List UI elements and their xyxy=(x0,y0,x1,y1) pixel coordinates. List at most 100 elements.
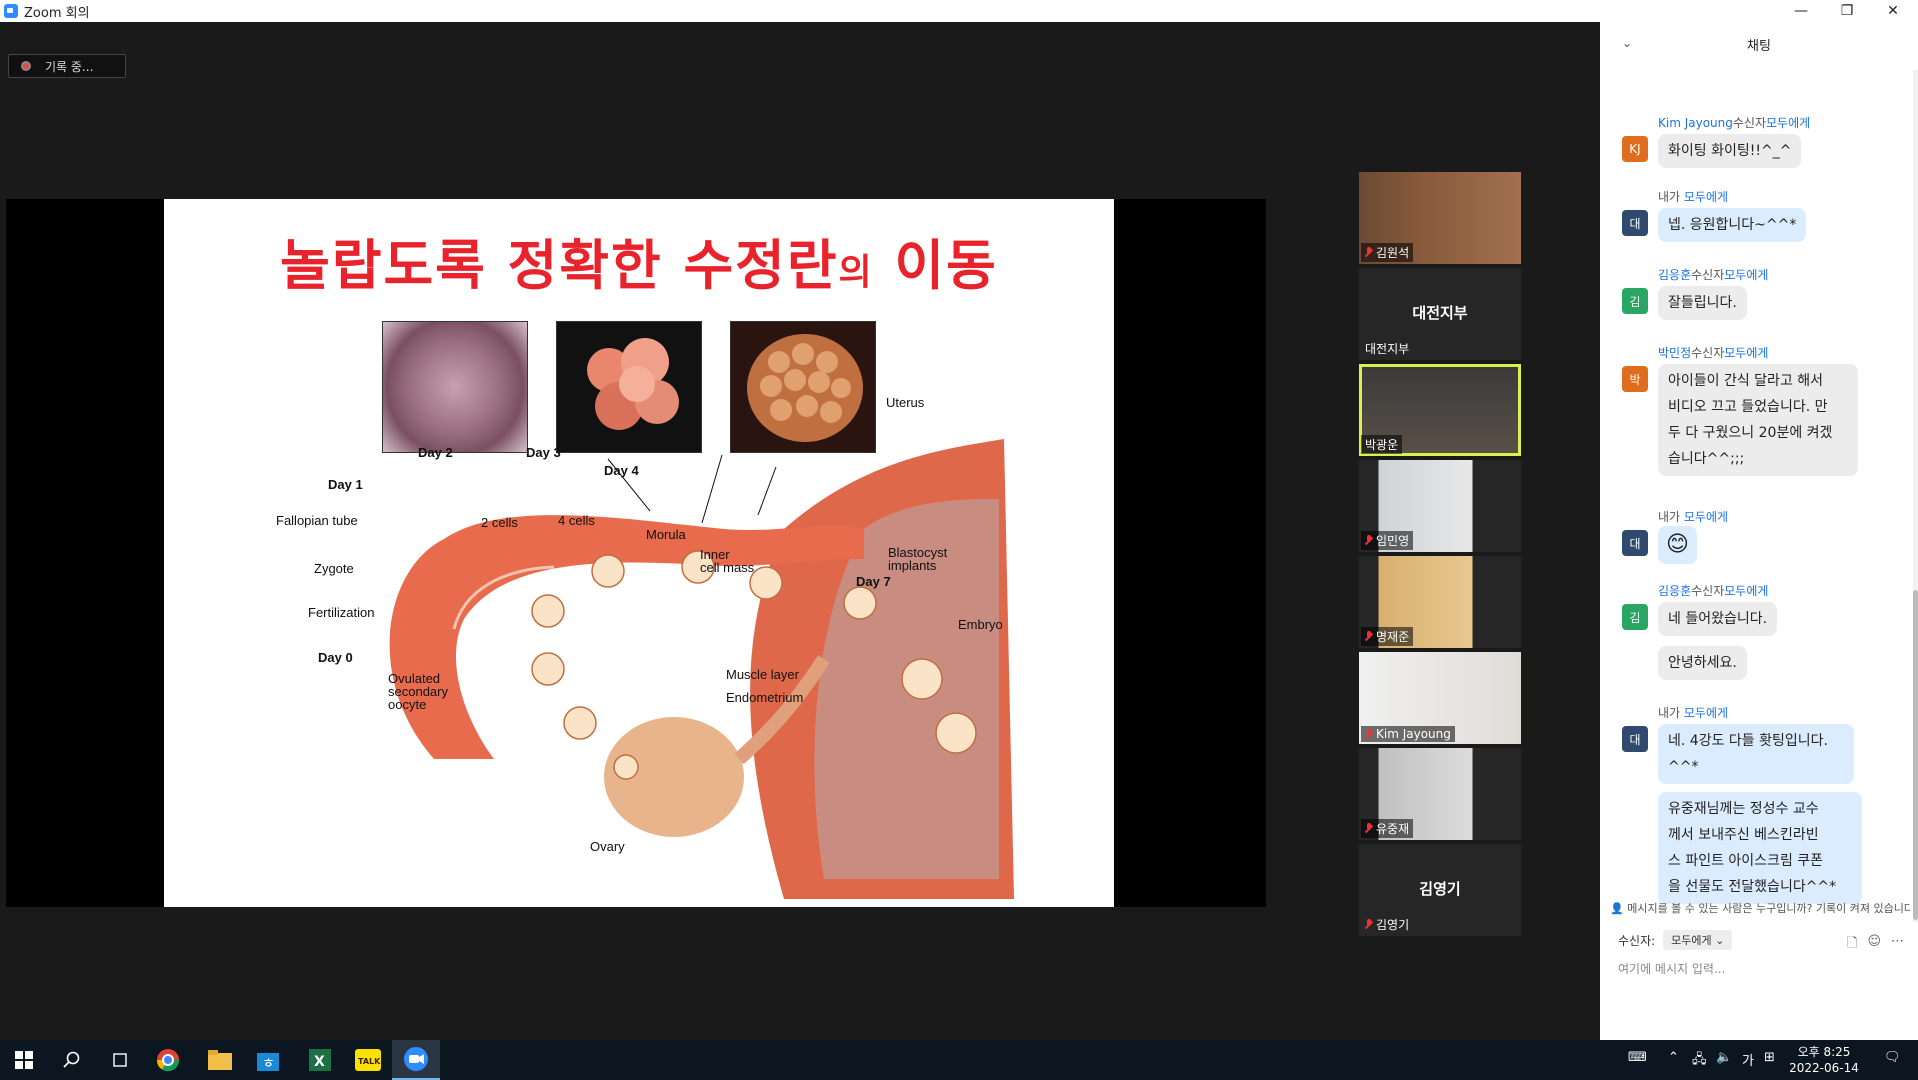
emoji-icon[interactable]: ☺ xyxy=(1867,934,1881,956)
keyboard-icon[interactable]: ⌨ xyxy=(1628,1050,1647,1065)
avatar: 박 xyxy=(1622,366,1648,392)
sender-mid: 수신자 xyxy=(1691,584,1725,598)
participant-tile[interactable]: 대전지부 대전지부 xyxy=(1359,268,1521,360)
kakaotalk-app[interactable]: TALK xyxy=(344,1040,392,1080)
windows-icon xyxy=(15,1051,33,1069)
participant-name-tag: 대전지부 xyxy=(1361,339,1413,358)
chat-header: ⌄ 채팅 xyxy=(1600,22,1918,66)
message-text: ^^* xyxy=(1668,759,1699,775)
file-explorer-app[interactable] xyxy=(196,1040,244,1080)
recipient: 모두에게 xyxy=(1683,510,1729,524)
participant-tile[interactable]: 명재준 xyxy=(1359,556,1521,648)
sender-name: Kim Jayoung xyxy=(1658,116,1733,130)
show-hidden-icons-icon[interactable]: ⌃ xyxy=(1668,1050,1679,1065)
zoom-app[interactable] xyxy=(392,1040,440,1080)
fertilization-diagram: Day 0 Day 1 Day 2 Day 3 Day 4 Day 7 Fall… xyxy=(276,395,1014,899)
label-day7: Day 7 xyxy=(856,574,891,589)
message-text: 께서 보내주신 베스킨라빈 xyxy=(1668,827,1819,843)
participant-tile-active-speaker[interactable]: 박광운 xyxy=(1359,364,1521,456)
message-sender-line: 박민정수신자모두에게 xyxy=(1658,344,1768,361)
svg-text:ㅎ: ㅎ xyxy=(262,1056,275,1071)
collapse-chevron-icon[interactable]: ⌄ xyxy=(1622,36,1632,50)
smile-emoji-icon: 😊 xyxy=(1666,532,1689,557)
recording-indicator[interactable]: 기록 중... xyxy=(8,54,126,78)
message-bubble[interactable]: 😊 xyxy=(1658,526,1697,564)
close-button[interactable]: ✕ xyxy=(1870,0,1916,22)
label-day2: Day 2 xyxy=(418,445,453,460)
clock-date: 2022-06-14 xyxy=(1789,1061,1859,1075)
file-icon[interactable]: 🗋 xyxy=(1847,934,1857,956)
label-blastocyst-2: implants xyxy=(888,558,937,573)
presentation-slide: 놀랍도록 정확한 수정란의 이동 Day 0 Day 1 Day 2 Day 3… xyxy=(164,199,1114,907)
message-sender-line: Kim Jayoung수신자모두에게 xyxy=(1658,114,1810,131)
sender-name: 김응훈 xyxy=(1658,584,1692,598)
excel-app[interactable]: X xyxy=(296,1040,344,1080)
scroll-thumb[interactable] xyxy=(1913,590,1918,920)
message-bubble[interactable]: 네. 4강도 다들 홧팅입니다. ^^* xyxy=(1658,724,1854,784)
participant-tile[interactable]: 임민영 xyxy=(1359,460,1521,552)
participant-tile[interactable]: 김원석 xyxy=(1359,172,1521,264)
message-text: 스 파인트 아이스크림 쿠폰 xyxy=(1668,853,1824,869)
message-text: 네. 4강도 다들 홧팅입니다. xyxy=(1668,733,1828,749)
label-day1: Day 1 xyxy=(328,477,363,492)
sender-mid: 수신자 xyxy=(1732,116,1766,130)
recipient: 모두에게 xyxy=(1683,190,1729,204)
recipient-select[interactable]: 모두에게 ⌄ xyxy=(1663,930,1733,950)
recipient: 모두에게 xyxy=(1766,116,1811,130)
message-sender-line: 김응훈수신자모두에게 xyxy=(1658,266,1768,283)
chat-visibility-notice[interactable]: 👤 메시지를 볼 수 있는 사람은 누구입니까? 기록이 켜져 있습니다 xyxy=(1610,900,1910,916)
recording-label: 기록 중... xyxy=(45,59,94,74)
volume-muted-icon[interactable]: 🔈 xyxy=(1716,1050,1732,1065)
chat-input[interactable]: 여기에 메시지 입력... xyxy=(1618,960,1725,977)
avatar: 대 xyxy=(1622,726,1648,752)
message-bubble[interactable]: 네 들어왔습니다. xyxy=(1658,602,1778,636)
participant-name: 대전지부 xyxy=(1365,342,1410,356)
label-fertilization: Fertilization xyxy=(308,605,374,620)
folder-icon xyxy=(208,1050,232,1070)
label-endometrium: Endometrium xyxy=(726,690,803,705)
zoom-window: Zoom 회의 — ❐ ✕ 기록 중... 놀랍도록 정확한 수정란의 이동 D… xyxy=(0,0,1918,1080)
chrome-app[interactable] xyxy=(144,1040,192,1080)
start-button[interactable] xyxy=(0,1040,48,1080)
participant-tile[interactable]: 유중재 xyxy=(1359,748,1521,840)
participant-name: 임민영 xyxy=(1376,534,1410,548)
message-bubble[interactable]: 안녕하세요. xyxy=(1658,646,1747,680)
record-icon xyxy=(21,61,31,71)
ime-indicator[interactable]: 가 xyxy=(1742,1050,1754,1069)
sender-name: 내가 xyxy=(1658,706,1681,720)
title-bar: Zoom 회의 — ❐ ✕ xyxy=(0,0,1918,22)
more-icon[interactable]: ⋯ xyxy=(1891,934,1904,956)
sender-name: 내가 xyxy=(1658,510,1681,524)
taskbar-clock[interactable]: 오후 8:25 2022-06-14 xyxy=(1784,1044,1864,1076)
recipient: 모두에게 xyxy=(1724,268,1769,282)
recipient: 모두에게 xyxy=(1683,706,1729,720)
message-text: 을 선물도 전달했습니다^^* xyxy=(1668,879,1837,895)
notifications-icon[interactable]: 🗨 xyxy=(1884,1050,1901,1065)
chrome-icon xyxy=(156,1049,180,1072)
participant-tile[interactable]: Kim Jayoung xyxy=(1359,652,1521,744)
ime-mode-icon[interactable]: ⊞ xyxy=(1764,1050,1775,1065)
sender-name: 내가 xyxy=(1658,190,1681,204)
chat-scrollbar[interactable] xyxy=(1913,70,1918,922)
avatar: 김 xyxy=(1622,604,1648,630)
participant-name: 박광운 xyxy=(1365,438,1399,452)
restore-button[interactable]: ❐ xyxy=(1824,0,1870,22)
store-app[interactable]: ㅎ xyxy=(244,1040,292,1080)
muted-mic-icon xyxy=(1365,823,1373,834)
participant-big-name: 김영기 xyxy=(1419,880,1461,898)
notice-text: 메시지를 볼 수 있는 사람은 누구입니까? 기록이 켜져 있습니다 xyxy=(1627,902,1910,915)
message-bubble[interactable]: 화이팅 화이팅!!^_^ xyxy=(1658,134,1802,168)
message-bubble[interactable]: 유중재님께는 정성수 교수 께서 보내주신 베스킨라빈 스 파인트 아이스크림 … xyxy=(1658,792,1862,904)
task-view-button[interactable] xyxy=(96,1040,144,1080)
participant-name: 김영기 xyxy=(1376,918,1410,932)
participant-tile[interactable]: 김영기 김영기 xyxy=(1359,844,1521,936)
message-bubble[interactable]: 넵. 응원합니다~^^* xyxy=(1658,208,1807,242)
network-icon[interactable]: 🖧 xyxy=(1692,1050,1707,1072)
message-text: 습니다^^;;; xyxy=(1668,451,1745,467)
minimize-button[interactable]: — xyxy=(1778,0,1824,22)
search-button[interactable] xyxy=(48,1040,96,1080)
message-bubble[interactable]: 잘들립니다. xyxy=(1658,286,1747,320)
message-bubble[interactable]: 아이들이 간식 달라고 해서 비디오 끄고 들었습니다. 만 두 다 구웠으니 … xyxy=(1658,364,1858,476)
participant-name-tag: 명재준 xyxy=(1361,627,1414,646)
participant-name: 유중재 xyxy=(1376,822,1410,836)
